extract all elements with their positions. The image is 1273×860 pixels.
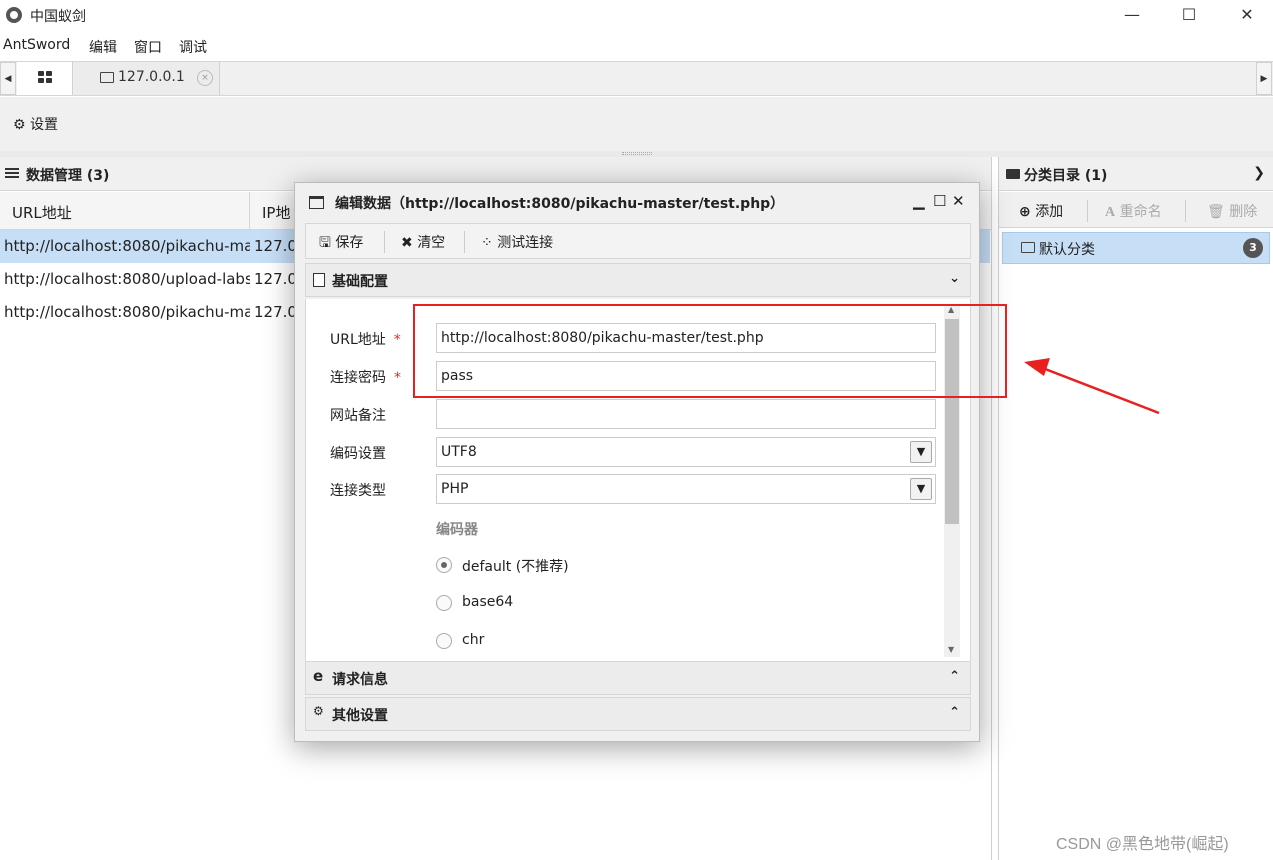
dialog-maximize-button[interactable]: ☐ xyxy=(933,192,946,210)
plus-circle-icon: ⊕ xyxy=(1019,204,1031,220)
x-icon: ✖ xyxy=(401,235,413,251)
category-panel: 分类目录 (1) ❯ ⊕ 添加 A 重命名 🗑 删除 默认分类 3 xyxy=(998,157,1273,860)
category-item-default[interactable]: 默认分类 3 xyxy=(1002,232,1270,264)
delete-category-button[interactable]: 🗑 删除 xyxy=(1207,201,1257,221)
floppy-icon: 🖫 xyxy=(319,235,331,251)
close-button[interactable]: ✕ xyxy=(1218,0,1273,30)
chevron-up-icon: ⌃ xyxy=(949,705,960,720)
chevron-up-icon: ⌃ xyxy=(949,669,960,684)
window-title: 中国蚁剑 xyxy=(30,9,86,25)
settings-button[interactable]: ⚙ 设置 xyxy=(13,114,58,134)
chevron-right-icon[interactable]: ❯ xyxy=(1253,165,1265,181)
connection-type-select[interactable]: PHP ▼ xyxy=(436,474,936,504)
row-url: http://localhost:8080/pikachu-master/tes… xyxy=(4,237,250,255)
menu-window[interactable]: 窗口 xyxy=(134,37,162,57)
category-panel-title: 分类目录 (1) xyxy=(1024,168,1108,184)
annotation-highlight-box xyxy=(413,304,1007,398)
main-toolbar: ⚙ 设置 xyxy=(0,97,1273,151)
count-badge: 3 xyxy=(1243,238,1263,258)
trash-icon: 🗑 xyxy=(1207,204,1225,220)
grid-icon xyxy=(38,71,52,83)
url-label: URL地址 * xyxy=(330,332,401,348)
category-toolbar: ⊕ 添加 A 重命名 🗑 删除 xyxy=(999,192,1273,228)
category-name: 默认分类 xyxy=(1039,242,1095,258)
section-request-info[interactable]: e 请求信息 ⌃ xyxy=(305,661,971,695)
test-connection-button[interactable]: ⁘ 测试连接 xyxy=(481,232,553,252)
document-icon xyxy=(313,273,325,287)
dialog-toolbar: 🖫 保存 ✖ 清空 ⁘ 测试连接 xyxy=(305,223,971,259)
tab-bar: ◀ 127.0.0.1 × ▶ xyxy=(0,61,1273,96)
radio-icon xyxy=(436,633,452,649)
folder-icon xyxy=(100,72,114,83)
dialog-title-bar[interactable]: 编辑数据（http://localhost:8080/pikachu-maste… xyxy=(295,183,979,221)
spinner-icon: ⁘ xyxy=(481,235,493,251)
connection-type-label: 连接类型 xyxy=(330,483,386,499)
encoding-label: 编码设置 xyxy=(330,446,386,462)
folder-icon xyxy=(1021,242,1035,253)
tab-host[interactable]: 127.0.0.1 × xyxy=(74,62,220,95)
gear-icon: ⚙ xyxy=(13,117,26,133)
rename-category-button[interactable]: A 重命名 xyxy=(1105,201,1162,221)
tab-scroll-right-icon[interactable]: ▶ xyxy=(1256,62,1272,95)
encoding-select[interactable]: UTF8 ▼ xyxy=(436,437,936,467)
section-basic-config[interactable]: 基础配置 ⌄ xyxy=(305,263,971,297)
annotation-arrow xyxy=(1024,358,1160,415)
dialog-close-button[interactable]: ✕ xyxy=(952,192,965,210)
edit-data-dialog: 编辑数据（http://localhost:8080/pikachu-maste… xyxy=(294,182,980,742)
antsword-logo-icon xyxy=(6,7,22,23)
category-panel-header: 分类目录 (1) ❯ xyxy=(999,157,1273,191)
edge-icon: e xyxy=(313,667,324,685)
row-ip: 127.0 xyxy=(254,237,297,255)
save-button[interactable]: 🖫 保存 xyxy=(319,232,363,256)
chevron-down-icon: ⌄ xyxy=(949,271,960,286)
clear-button[interactable]: ✖ 清空 xyxy=(401,232,445,252)
folder-icon xyxy=(1006,169,1020,179)
tab-host-label: 127.0.0.1 xyxy=(118,69,185,85)
minimize-button[interactable]: — xyxy=(1103,0,1161,30)
menu-debug[interactable]: 调试 xyxy=(179,37,207,57)
chevron-down-icon: ▼ xyxy=(910,441,932,463)
tab-scroll-left-icon[interactable]: ◀ xyxy=(0,62,16,95)
required-mark: * xyxy=(394,370,401,386)
tab-close-icon[interactable]: × xyxy=(197,70,213,86)
watermark: CSDN @黑色地带(崛起) xyxy=(1056,836,1229,853)
note-label: 网站备注 xyxy=(330,408,386,424)
row-ip: 127.0 xyxy=(254,303,297,321)
menu-edit[interactable]: 编辑 xyxy=(89,37,117,57)
note-input[interactable] xyxy=(436,399,936,429)
chevron-down-icon: ▼ xyxy=(910,478,932,500)
password-label: 连接密码 * xyxy=(330,370,401,386)
settings-label: 设置 xyxy=(30,117,59,133)
row-url: http://localhost:8080/pikachu-master/ xyxy=(4,303,250,321)
menu-bar: AntSword 编辑 窗口 调试 xyxy=(0,32,1273,60)
font-icon: A xyxy=(1105,205,1116,220)
column-header-url[interactable]: URL地址 xyxy=(0,192,250,230)
maximize-button[interactable]: ☐ xyxy=(1160,0,1218,30)
dialog-minimize-button[interactable]: ▁ xyxy=(913,192,925,210)
add-category-button[interactable]: ⊕ 添加 xyxy=(1019,201,1063,221)
tab-home[interactable] xyxy=(17,62,73,95)
radio-selected-icon xyxy=(436,557,452,573)
gears-icon: ⚙ xyxy=(313,704,324,718)
scroll-down-icon[interactable]: ▼ xyxy=(948,645,954,654)
list-icon xyxy=(5,168,19,179)
data-panel-title: 数据管理 (3) xyxy=(26,168,110,184)
section-other-settings[interactable]: ⚙ 其他设置 ⌃ xyxy=(305,697,971,731)
title-bar: 中国蚁剑 — ☐ ✕ xyxy=(0,0,1273,32)
window-icon xyxy=(309,196,324,209)
row-url: http://localhost:8080/upload-labs/ xyxy=(4,270,250,288)
required-mark: * xyxy=(393,332,401,348)
row-ip: 127.0 xyxy=(254,270,297,288)
menu-antsword[interactable]: AntSword xyxy=(3,37,70,53)
dialog-title: 编辑数据（http://localhost:8080/pikachu-maste… xyxy=(335,196,785,212)
radio-icon xyxy=(436,595,452,611)
encoder-heading: 编码器 xyxy=(436,522,478,538)
